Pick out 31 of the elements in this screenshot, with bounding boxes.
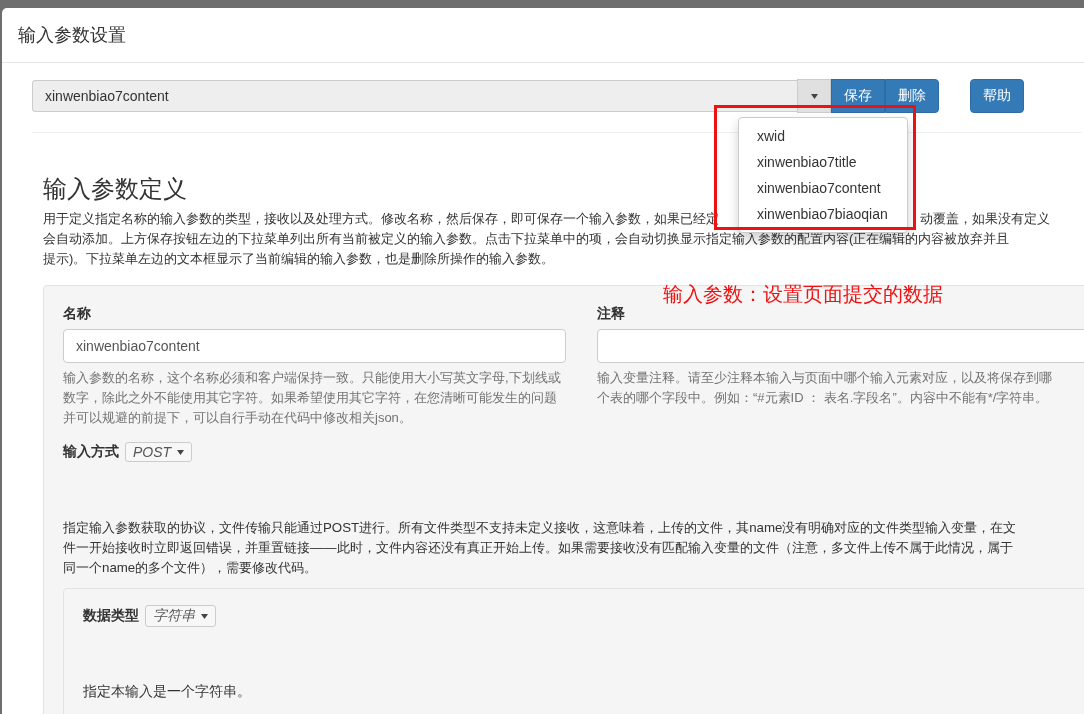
field-label: 注释 (597, 305, 625, 323)
help-text: 个表的哪个字段中。例如：“#元素ID ： 表名.字段名”。内容中不能有*/字符串。 (597, 390, 1049, 405)
dialog-title: 输入参数设置 (18, 24, 126, 47)
field-label: 数据类型 (83, 607, 139, 625)
toolbar-button[interactable]: 删除 (885, 79, 939, 113)
parameter-select-field[interactable]: xinwenbiao7content (32, 80, 797, 112)
menu-item[interactable]: xinwenbiao7content (739, 175, 907, 201)
description-text: 动覆盖，如果没有定义 (920, 210, 1050, 228)
method-select[interactable]: POST (125, 442, 193, 462)
menu-item[interactable]: xwid (739, 123, 907, 149)
comment-field[interactable] (597, 329, 1084, 363)
caret-icon (810, 93, 818, 99)
annotation-text: 输入参数：设置页面提交的数据 (663, 282, 943, 307)
description-text: 会自动添加。上方保存按钮左边的下拉菜单列出所有当前被定义的输入参数。点击下拉菜单中的项，会自动切换显示指定输入参数的配置内容(正在编辑的内容被放弃并且 (43, 230, 1010, 248)
name-field[interactable]: xinwenbiao7content (63, 329, 566, 363)
field-label: 输入方式 (63, 443, 119, 461)
menu-item[interactable]: xinwenbiao7title (739, 149, 907, 175)
menu-item[interactable]: xinwenbiao7biaoqian (739, 201, 907, 227)
help-text: 输入变量注释。请至少注释本输入与页面中哪个输入元素对应，以及将保存到哪 (597, 370, 1052, 385)
help-text: 指定输入参数获取的协议，文件传输只能通过POST进行。所有文件类型不支持未定义接收，这意味着，上传的文件，其name没有明确对应的文件类型输入变量，在文 (63, 520, 1017, 535)
field-label: 名称 (63, 305, 91, 323)
caret-icon (177, 449, 185, 455)
help-text: 件一开始接收时立即返回错误，并重置链接——此时，文件内容还没有真正开始上传。如果需要接收没有匹配输入变量的文件（注意，多文件上传不属于此情况，属于 (63, 540, 1013, 555)
help-text: 同一个name的多个文件），需要修改代码。 (63, 560, 318, 575)
help-button[interactable]: 帮助 (970, 79, 1024, 113)
type-select[interactable]: 字符串 (145, 605, 216, 627)
description-text: 提示)。下拉菜单左边的文本框显示了当前编辑的输入参数，也是删除所操作的输入参数。 (43, 250, 555, 268)
help-text: 指定本输入是一个字符串。 (83, 683, 251, 699)
caret-icon (201, 613, 208, 619)
section-heading: 输入参数定义 (43, 174, 187, 204)
help-text: 输入参数的名称，这个名称必须和客户端保持一致。只能使用大小写英文字母,下划线或数字，除此之外不能使用其它字符。如果希望使用其它字符，在您清晰可能发生的问题并可以规避的前提下，可以自行手动在代码中修改相关json。 (63, 369, 562, 427)
